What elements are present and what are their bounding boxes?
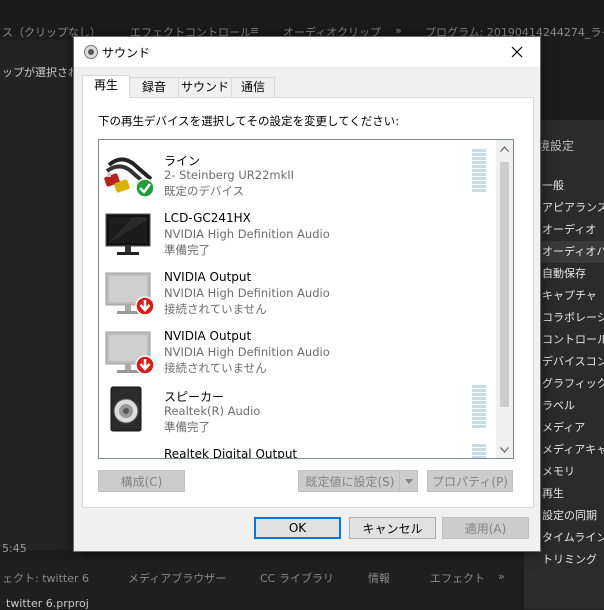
device-name: LCD-GC241HX	[164, 211, 251, 225]
device-item[interactable]: Realtek Digital Output	[99, 439, 493, 459]
volume-meter	[472, 385, 486, 429]
monitor-icon	[103, 208, 157, 258]
monitor-disconnected-icon	[103, 326, 157, 376]
playback-tab-page: 下の再生デバイスを選択してその設定を変更してください: ライン 2- Steinb…	[82, 97, 534, 508]
device-status: 接続されていません	[164, 361, 267, 375]
bg-tab-more[interactable]: »	[498, 570, 505, 583]
volume-meter	[472, 149, 486, 193]
preferences-title: 境設定	[538, 139, 575, 153]
monitor-disconnected-icon	[103, 267, 157, 317]
set-default-label: 既定値に設定(S)	[305, 475, 395, 489]
scroll-up-button[interactable]	[496, 140, 513, 157]
instruction-text: 下の再生デバイスを選択してその設定を変更してください:	[98, 114, 400, 128]
configure-button[interactable]: 構成(C)	[98, 470, 185, 492]
device-driver: NVIDIA High Definition Audio	[164, 227, 330, 241]
close-button[interactable]	[494, 37, 540, 67]
device-driver: NVIDIA High Definition Audio	[164, 345, 330, 359]
device-item[interactable]: NVIDIA Output NVIDIA High Definition Audi…	[99, 321, 493, 379]
tab-recording[interactable]: 録音	[129, 77, 179, 97]
dialog-title: サウンド	[102, 46, 151, 60]
device-driver: NVIDIA High Definition Audio	[164, 286, 330, 300]
default-check-icon	[135, 178, 155, 198]
disconnected-arrow-icon	[135, 355, 155, 375]
device-item[interactable]: スピーカー Realtek(R) Audio 準備完了	[99, 380, 493, 438]
speaker-app-icon	[84, 45, 98, 59]
device-status: 準備完了	[164, 420, 210, 434]
tab-communications[interactable]: 通信	[231, 77, 275, 97]
scroll-thumb[interactable]	[500, 162, 509, 407]
close-icon	[511, 46, 523, 58]
apply-button[interactable]: 適用(A)	[442, 517, 529, 539]
chevron-down-icon	[500, 446, 509, 453]
tab-playback[interactable]: 再生	[82, 75, 130, 98]
bg-tab-info[interactable]: 情報	[368, 570, 390, 586]
bg-tab-effects[interactable]: エフェクト	[430, 570, 485, 586]
disconnected-arrow-icon	[135, 296, 155, 316]
bg-timecode: 5:45	[2, 542, 27, 555]
preferences-category-item[interactable]: トリミング	[524, 549, 604, 571]
device-name: ライン	[164, 154, 201, 168]
title-bar[interactable]: サウンド	[74, 37, 540, 67]
device-driver: 2- Steinberg UR22mkII	[164, 168, 295, 182]
line-cable-icon	[103, 149, 157, 199]
device-item[interactable]: LCD-GC241HX NVIDIA High Definition Audio 準…	[99, 203, 493, 261]
bg-tab-media-browser[interactable]: メディアブラウザー	[128, 570, 226, 586]
device-list[interactable]: ライン 2- Steinberg UR22mkII 既定のデバイス LCD-GC24…	[98, 139, 514, 459]
ok-button[interactable]: OK	[254, 517, 341, 539]
set-default-dropdown[interactable]	[399, 471, 417, 491]
device-name: Realtek Digital Output	[164, 447, 298, 459]
properties-button[interactable]: プロパティ(P)	[427, 470, 513, 492]
device-name: スピーカー	[164, 390, 225, 404]
caret-down-icon	[404, 478, 413, 484]
device-status: 準備完了	[164, 243, 210, 257]
device-status: 接続されていません	[164, 302, 267, 316]
speaker-icon	[103, 385, 157, 435]
scroll-down-button[interactable]	[496, 441, 513, 458]
digital-output-icon	[103, 444, 157, 458]
cancel-button[interactable]: キャンセル	[349, 517, 436, 539]
device-status: 既定のデバイス	[164, 184, 245, 198]
device-name: NVIDIA Output	[164, 270, 252, 284]
device-driver: Realtek(R) Audio	[164, 404, 261, 418]
bg-project-file: twitter 6.prproj	[6, 597, 89, 610]
sound-dialog: サウンド 再生 録音 サウンド 通信 下の再生デバイスを選択してその設定を変更し…	[73, 36, 541, 552]
device-item[interactable]: ライン 2- Steinberg UR22mkII 既定のデバイス	[99, 144, 493, 202]
device-item[interactable]: NVIDIA Output NVIDIA High Definition Audi…	[99, 262, 493, 320]
chevron-up-icon	[500, 145, 509, 152]
device-list-scrollbar[interactable]	[496, 140, 513, 458]
set-default-button[interactable]: 既定値に設定(S)	[298, 470, 418, 492]
volume-meter	[472, 444, 486, 458]
tab-sounds[interactable]: サウンド	[178, 77, 232, 97]
bg-tab-project[interactable]: ェクト: twitter 6	[2, 570, 89, 586]
device-name: NVIDIA Output	[164, 329, 252, 343]
bg-tab-cc-library[interactable]: CC ライブラリ	[260, 570, 334, 586]
